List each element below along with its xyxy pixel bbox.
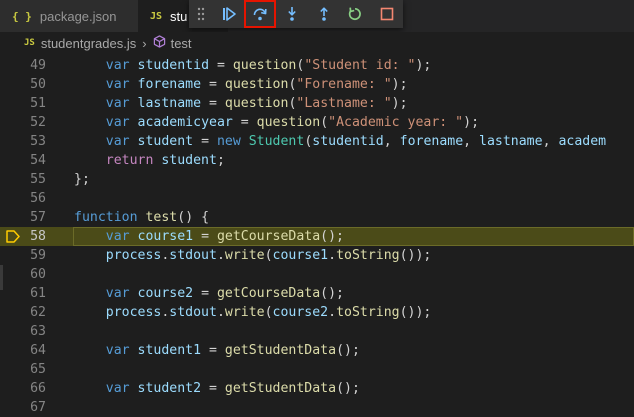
code-text: var student2 = getStudentData(); [105, 381, 360, 396]
code-text: var academicyear = question("Academic ye… [105, 115, 480, 130]
step-into-button[interactable] [276, 0, 308, 28]
line-number: 67 [30, 400, 46, 415]
editor-left-marker [0, 265, 3, 290]
method-cube-icon [153, 35, 166, 51]
code-line[interactable]: 55}; [0, 170, 634, 189]
code-text: var studentid = question("Student id: ")… [105, 58, 432, 73]
restart-button[interactable] [340, 0, 372, 28]
code-text: process.stdout.write(course2.toString())… [105, 305, 432, 320]
code-line[interactable]: 51 var lastname = question("Lastname: ")… [0, 94, 634, 113]
line-number: 57 [30, 210, 46, 225]
code-text: var lastname = question("Lastname: "); [105, 96, 408, 111]
line-number: 64 [30, 343, 46, 358]
chevron-right-icon: › [142, 35, 147, 51]
code-line[interactable]: 49 var studentid = question("Student id:… [0, 56, 634, 75]
line-number: 52 [30, 115, 46, 130]
code-line[interactable]: 59 process.stdout.write(course1.toString… [0, 246, 634, 265]
tab-label: package.json [39, 8, 117, 24]
line-number: 58 [30, 229, 46, 244]
code-line[interactable]: 64 var student1 = getStudentData(); [0, 341, 634, 360]
line-number: 59 [30, 248, 46, 263]
line-number: 65 [30, 362, 46, 377]
code-line[interactable]: 57 function test() { [0, 208, 634, 227]
line-number: 60 [30, 267, 46, 282]
step-out-button[interactable] [308, 0, 340, 28]
code-line[interactable]: 62 process.stdout.write(course2.toString… [0, 303, 634, 322]
code-line[interactable]: 67 [0, 398, 634, 417]
line-number: 61 [30, 286, 46, 301]
js-icon: JS [150, 10, 163, 22]
code-line[interactable]: 56 [0, 189, 634, 208]
code-line[interactable]: 52 var academicyear = question("Academic… [0, 113, 634, 132]
code-line[interactable]: 66 var student2 = getStudentData(); [0, 379, 634, 398]
stop-icon [380, 7, 394, 21]
line-number: 56 [30, 191, 46, 206]
code-editor[interactable]: 49 var studentid = question("Student id:… [0, 56, 634, 415]
code-text: var course2 = getCourseData(); [105, 286, 344, 301]
line-number: 53 [30, 134, 46, 149]
js-file-icon: JS [24, 38, 35, 48]
code-text: var forename = question("Forename: "); [105, 77, 408, 92]
debug-toolbar [189, 0, 403, 28]
breadcrumb-symbol[interactable]: test [171, 36, 192, 51]
code-line[interactable]: 58 var course1 = getCourseData(); [0, 227, 634, 246]
line-number: 54 [30, 153, 46, 168]
step-over-icon [254, 8, 267, 21]
code-text: return student; [105, 153, 225, 168]
code-text: var student1 = getStudentData(); [105, 343, 360, 358]
code-line[interactable]: 50 var forename = question("Forename: ")… [0, 75, 634, 94]
code-line[interactable]: 53 var student = new Student(studentid, … [0, 132, 634, 151]
step-out-icon [319, 7, 328, 21]
drag-handle-icon[interactable] [189, 0, 213, 28]
restart-icon [349, 7, 362, 20]
step-over-button[interactable] [244, 0, 277, 28]
breadcrumb: JS studentgrades.js › test [0, 32, 634, 54]
line-number: 55 [30, 172, 46, 187]
line-number: 49 [30, 58, 46, 73]
line-number: 62 [30, 305, 46, 320]
breadcrumb-file[interactable]: studentgrades.js [41, 36, 136, 51]
code-text: process.stdout.write(course1.toString())… [105, 248, 432, 263]
json-braces-icon: { } [12, 9, 32, 23]
line-number: 66 [30, 381, 46, 396]
code-line[interactable]: 63 [0, 322, 634, 341]
code-text: var course1 = getCourseData(); [105, 229, 344, 244]
code-line[interactable]: 61 var course2 = getCourseData(); [0, 284, 634, 303]
continue-button[interactable] [213, 0, 245, 28]
stop-button[interactable] [371, 0, 403, 28]
tab-label: stu [170, 8, 188, 24]
code-text: function test() { [74, 210, 210, 225]
continue-icon [222, 7, 236, 21]
line-number: 63 [30, 324, 46, 339]
code-text: }; [74, 172, 90, 187]
code-line[interactable]: 54 return student; [0, 151, 634, 170]
step-into-icon [288, 7, 296, 21]
code-text: var student = new Student(studentid, for… [105, 134, 607, 149]
line-number: 50 [30, 77, 46, 92]
tab-package-json[interactable]: { } package.json [0, 0, 138, 32]
code-line[interactable]: 60 [0, 265, 634, 284]
line-number: 51 [30, 96, 46, 111]
code-line[interactable]: 65 [0, 360, 634, 379]
